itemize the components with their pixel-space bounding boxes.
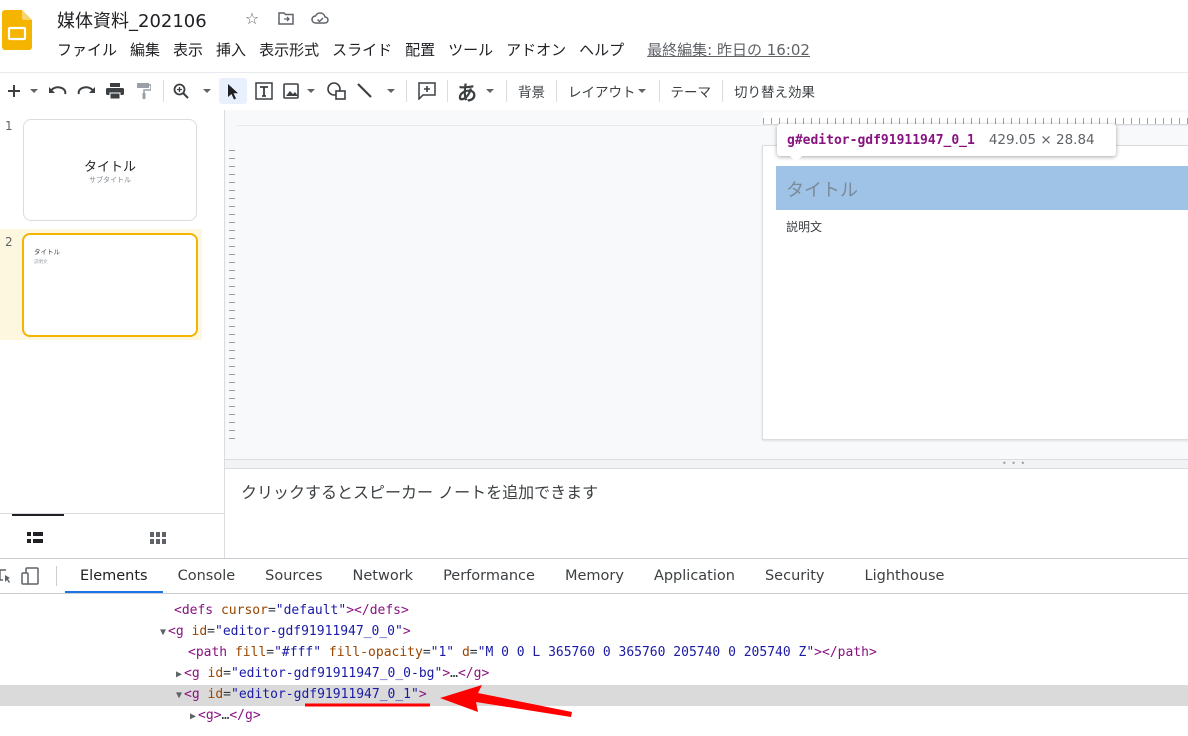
tab-lighthouse[interactable]: Lighthouse bbox=[850, 559, 960, 593]
tab-application[interactable]: Application bbox=[639, 559, 750, 593]
speaker-notes-placeholder[interactable]: クリックするとスピーカー ノートを追加できます bbox=[241, 479, 598, 503]
toolbar-divider bbox=[56, 566, 57, 586]
thumbnail-subtitle: サブタイトル bbox=[89, 176, 131, 184]
zoom-icon[interactable] bbox=[171, 78, 215, 104]
devtools-tab-bar: Elements Console Sources Network Perform… bbox=[0, 559, 1188, 594]
menu-tools[interactable]: ツール bbox=[448, 39, 493, 61]
menu-file[interactable]: ファイル bbox=[57, 39, 117, 61]
toolbar-divider bbox=[658, 80, 660, 102]
paint-format-icon[interactable] bbox=[132, 78, 156, 104]
print-icon[interactable] bbox=[102, 78, 128, 104]
menu-insert[interactable]: 挿入 bbox=[216, 39, 246, 61]
menu-arrange[interactable]: 配置 bbox=[405, 39, 435, 61]
dom-node-path[interactable]: <path fill="#fff" fill-opacity="1" d="M … bbox=[188, 643, 877, 663]
theme-button[interactable]: テーマ bbox=[667, 78, 716, 104]
add-comment-icon[interactable] bbox=[414, 78, 440, 104]
tab-performance[interactable]: Performance bbox=[428, 559, 550, 593]
select-tool-icon[interactable] bbox=[219, 78, 247, 104]
slides-logo-icon[interactable] bbox=[2, 10, 32, 50]
slide-thumbnail-1[interactable]: タイトル サブタイトル bbox=[23, 119, 197, 221]
tab-sources[interactable]: Sources bbox=[250, 559, 337, 593]
menu-bar: ファイル 編集 表示 挿入 表示形式 スライド 配置 ツール アドオン ヘルプ … bbox=[57, 39, 823, 61]
last-edit-link[interactable]: 最終編集: 昨日の 16:02 bbox=[647, 39, 810, 61]
tab-security[interactable]: Security bbox=[750, 559, 850, 593]
toolbar-divider bbox=[722, 80, 723, 102]
expand-triangle-icon[interactable]: ▼ bbox=[160, 627, 166, 638]
tab-memory[interactable]: Memory bbox=[550, 559, 639, 593]
line-tool-icon[interactable] bbox=[355, 78, 399, 104]
toolbar-divider bbox=[163, 80, 164, 102]
filmstrip-view-icon[interactable] bbox=[27, 529, 43, 548]
menu-view[interactable]: 表示 bbox=[173, 39, 203, 61]
document-title[interactable]: 媒体資料_202106 bbox=[57, 7, 207, 33]
thumbnail-title: タイトル bbox=[83, 160, 136, 175]
layout-button[interactable]: レイアウト bbox=[564, 78, 652, 104]
red-arrow-annotation bbox=[305, 685, 572, 717]
tooltip-caret bbox=[789, 155, 803, 162]
slide-title-placeholder[interactable]: タイトル bbox=[786, 176, 858, 202]
dom-node-g-slide[interactable]: ▼ <g id="editor-gdf91911947_0_0"> bbox=[160, 622, 411, 643]
device-toolbar-icon[interactable] bbox=[16, 559, 46, 593]
toolbar-divider bbox=[406, 80, 407, 102]
notes-resize-handle[interactable] bbox=[225, 459, 1188, 469]
cloud-status-icon[interactable] bbox=[310, 8, 330, 28]
inspect-element-icon[interactable] bbox=[0, 559, 16, 593]
dom-node-g-child[interactable]: ▶ <g>…</g> bbox=[190, 706, 261, 727]
vertical-ruler bbox=[225, 150, 237, 440]
text-style-glyph: あ bbox=[457, 80, 477, 105]
shape-tool-icon[interactable] bbox=[323, 78, 351, 104]
view-toggle-bar bbox=[0, 513, 224, 559]
grid-view-icon[interactable] bbox=[150, 529, 166, 548]
inspect-element-tooltip: g#editor-gdf91911947_0_1 429.05 × 28.84 bbox=[777, 124, 1116, 156]
menu-edit[interactable]: 編集 bbox=[130, 39, 160, 61]
menu-format[interactable]: 表示形式 bbox=[259, 39, 319, 61]
move-folder-icon[interactable] bbox=[276, 8, 296, 28]
star-icon[interactable]: ☆ bbox=[242, 8, 262, 28]
background-button[interactable]: 背景 bbox=[514, 78, 549, 104]
tab-elements[interactable]: Elements bbox=[65, 559, 163, 593]
thumbnail-body: 説明文 bbox=[34, 260, 48, 265]
menu-help[interactable]: ヘルプ bbox=[579, 39, 624, 61]
layout-label: レイアウト bbox=[568, 85, 636, 101]
toolbar-divider bbox=[556, 80, 557, 102]
expand-triangle-icon[interactable]: ▼ bbox=[176, 690, 182, 701]
text-style-button[interactable]: あ bbox=[455, 78, 499, 105]
collapse-triangle-icon[interactable]: ▶ bbox=[190, 711, 196, 722]
toolbar-divider bbox=[506, 80, 507, 102]
drag-handle-icon[interactable]: • • • bbox=[1002, 459, 1026, 468]
text-box-tool-icon[interactable] bbox=[251, 78, 277, 104]
undo-icon[interactable] bbox=[46, 78, 70, 104]
tab-console[interactable]: Console bbox=[163, 559, 251, 593]
tooltip-size: 429.05 × 28.84 bbox=[988, 132, 1095, 148]
slide-description[interactable]: 説明文 bbox=[786, 218, 822, 235]
slide-number: 1 bbox=[5, 119, 13, 133]
toolbar: あ 背景 レイアウト テーマ 切り替え効果 bbox=[0, 72, 1188, 109]
transition-button[interactable]: 切り替え効果 bbox=[730, 78, 819, 104]
slide-number: 2 bbox=[5, 235, 13, 249]
active-view-indicator bbox=[12, 514, 64, 516]
menu-slide[interactable]: スライド bbox=[332, 39, 392, 61]
toolbar-divider bbox=[447, 80, 448, 102]
tooltip-selector: g#editor-gdf91911947_0_1 bbox=[787, 132, 975, 148]
thumbnail-title: タイトル bbox=[34, 248, 60, 256]
redo-icon[interactable] bbox=[74, 78, 98, 104]
insert-image-icon[interactable] bbox=[281, 78, 319, 104]
slide-thumbnail-2[interactable]: タイトル 説明文 bbox=[22, 233, 198, 337]
collapse-triangle-icon[interactable]: ▶ bbox=[176, 669, 182, 680]
tab-network[interactable]: Network bbox=[338, 559, 429, 593]
menu-addons[interactable]: アドオン bbox=[506, 39, 566, 61]
new-slide-button[interactable] bbox=[6, 78, 42, 104]
dom-node-defs[interactable]: <defs cursor="default"></defs> bbox=[174, 601, 409, 621]
